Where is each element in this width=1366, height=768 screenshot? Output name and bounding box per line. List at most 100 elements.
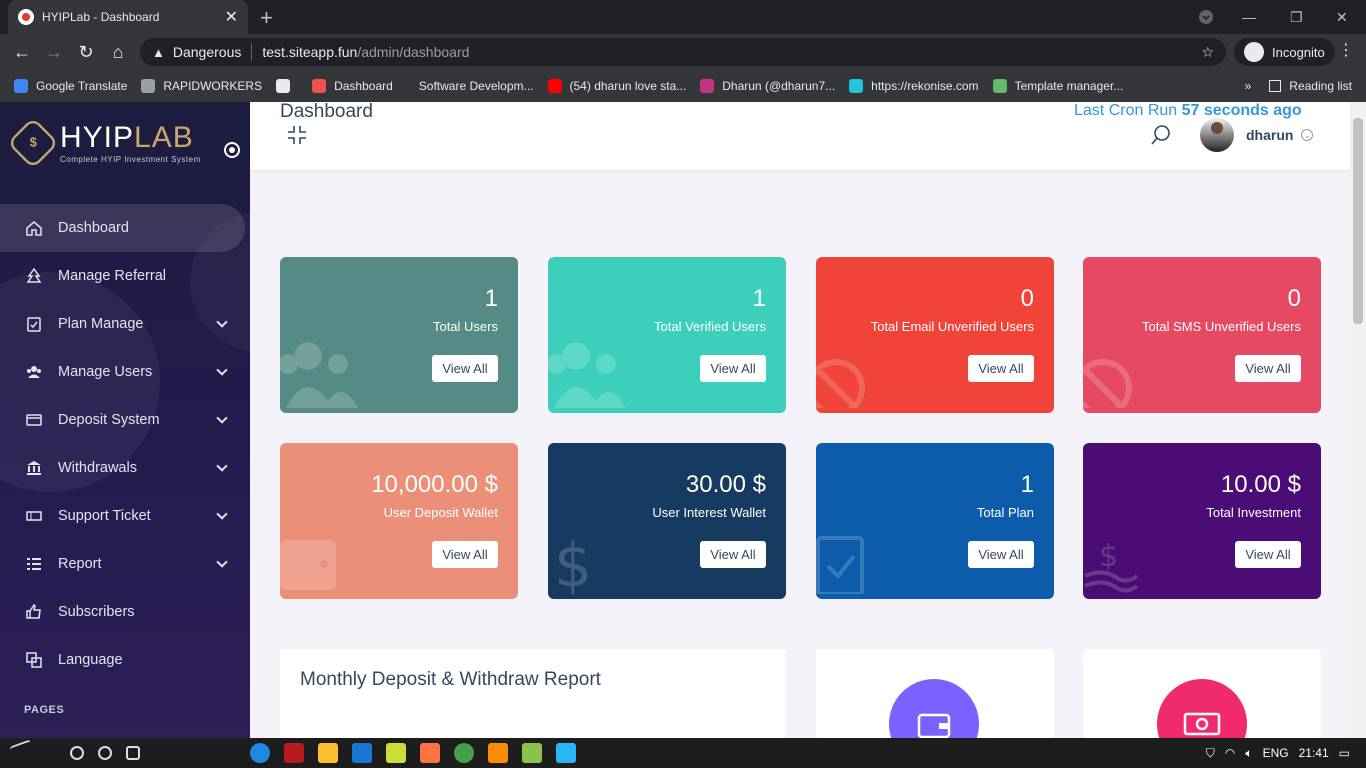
scrollbar-thumb[interactable] bbox=[1353, 118, 1363, 324]
sidebar-item-label: Support Ticket bbox=[58, 508, 151, 524]
minimize-icon[interactable]: — bbox=[1242, 0, 1256, 34]
restore-icon[interactable]: ❐ bbox=[1290, 0, 1303, 34]
user-menu[interactable]: dharun ⌄ bbox=[1200, 118, 1314, 152]
tab-search-icon[interactable] bbox=[1198, 0, 1214, 34]
bookmark-item[interactable]: Dashboard bbox=[312, 79, 393, 93]
view-all-button[interactable]: View All bbox=[700, 355, 766, 382]
reading-list[interactable]: Reading list bbox=[1269, 79, 1352, 93]
back-icon[interactable]: ← bbox=[6, 42, 38, 63]
page-scrollbar[interactable] bbox=[1350, 102, 1366, 738]
chevron-down-icon bbox=[216, 364, 228, 376]
sidebar-item-support-ticket[interactable]: Support Ticket bbox=[0, 492, 250, 540]
sidebar-item-label: Subscribers bbox=[58, 604, 135, 620]
bookmark-star-icon[interactable]: ☆ bbox=[1201, 44, 1214, 61]
sidebar-item-deposit-system[interactable]: Deposit System bbox=[0, 396, 250, 444]
xampp-icon[interactable] bbox=[488, 743, 508, 763]
clock[interactable]: 21:41 bbox=[1299, 746, 1329, 760]
sidebar-item-label: Deposit System bbox=[58, 412, 160, 428]
stat-label: Total Email Unverified Users bbox=[870, 319, 1034, 334]
sidebar-item-manage-referral[interactable]: Manage Referral bbox=[0, 252, 250, 300]
search-icon[interactable] bbox=[1150, 124, 1172, 151]
security-label: Dangerous bbox=[172, 44, 242, 60]
browser-tab[interactable]: HYIPLab - Dashboard ✕ bbox=[8, 0, 248, 34]
chevron-down-icon bbox=[216, 412, 228, 424]
panel-title: Monthly Deposit & Withdraw Report bbox=[300, 669, 601, 690]
bookmark-item[interactable]: RAPIDWORKERS bbox=[141, 79, 262, 93]
hexagon-icon bbox=[276, 79, 291, 93]
orange-app-icon[interactable] bbox=[420, 743, 440, 763]
sidebar-item-manage-users[interactable]: Manage Users bbox=[0, 348, 250, 396]
view-all-button[interactable]: View All bbox=[432, 355, 498, 382]
bookmark-label: RAPIDWORKERS bbox=[163, 79, 263, 93]
reload-icon[interactable]: ↻ bbox=[70, 42, 102, 63]
sidebar-item-dashboard[interactable]: Dashboard bbox=[0, 204, 245, 252]
sidebar-item-subscribers[interactable]: Subscribers bbox=[0, 588, 250, 636]
cron-label: Last Cron Run bbox=[1074, 102, 1178, 119]
bookmark-item[interactable]: Google Translate bbox=[14, 79, 127, 93]
more-bookmarks-icon[interactable]: » bbox=[1245, 79, 1252, 93]
bookmark-label: https://rekonise.com bbox=[871, 79, 979, 93]
bookmark-item[interactable]: Dharun (@dharun7... bbox=[700, 79, 835, 93]
home-page-icon[interactable]: ⌂ bbox=[102, 42, 134, 63]
sidebar-item-plan-manage[interactable]: Plan Manage bbox=[0, 300, 250, 348]
view-all-button[interactable]: View All bbox=[1235, 541, 1301, 568]
sidebar: $ HYIPLAB Complete HYIP Investment Syste… bbox=[0, 102, 250, 738]
sidebar-item-report[interactable]: Report bbox=[0, 540, 250, 588]
chevron-down-icon bbox=[216, 316, 228, 328]
view-all-button[interactable]: View All bbox=[700, 541, 766, 568]
volume-icon[interactable]: 🔈︎ bbox=[1245, 746, 1252, 761]
bookmark-item[interactable]: Template manager... bbox=[992, 79, 1123, 93]
bookmark-item[interactable]: (54) dharun love sta... bbox=[547, 79, 686, 93]
bookmark-label: Dharun (@dharun7... bbox=[722, 79, 836, 93]
edge-icon[interactable] bbox=[250, 743, 270, 763]
dashboard-favicon-icon bbox=[312, 79, 327, 93]
stat-card-interest-wallet: $ 30.00 $ User Interest Wallet View All bbox=[548, 443, 786, 599]
close-tab-icon[interactable]: ✕ bbox=[225, 7, 238, 27]
app-icon[interactable] bbox=[284, 743, 304, 763]
view-all-button[interactable]: View All bbox=[968, 541, 1034, 568]
chrome-icon[interactable] bbox=[454, 743, 474, 763]
store-icon[interactable] bbox=[318, 743, 338, 763]
sidebar-item-withdrawals[interactable]: Withdrawals bbox=[0, 444, 250, 492]
stat-value: 1 bbox=[484, 285, 498, 312]
bookmark-item[interactable] bbox=[276, 79, 298, 93]
notepad-icon[interactable] bbox=[386, 743, 406, 763]
forward-icon[interactable]: → bbox=[38, 42, 70, 63]
cortana-icon[interactable] bbox=[98, 746, 112, 760]
credit-card-icon bbox=[24, 410, 44, 430]
bookmarks-bar: Google Translate RAPIDWORKERS Dashboard … bbox=[0, 70, 1366, 102]
view-all-button[interactable]: View All bbox=[968, 355, 1034, 382]
brand-accent: LAB bbox=[134, 120, 194, 154]
brand-tagline: Complete HYIP Investment System bbox=[60, 154, 201, 164]
search-icon[interactable] bbox=[70, 746, 84, 760]
incognito-badge[interactable]: Incognito bbox=[1234, 38, 1335, 66]
sidebar-item-language[interactable]: Language bbox=[0, 636, 250, 684]
close-window-icon[interactable]: ✕ bbox=[1336, 0, 1348, 34]
shield-icon[interactable]: ⛉ bbox=[1206, 746, 1215, 761]
brand-logo[interactable]: $ HYIPLAB Complete HYIP Investment Syste… bbox=[6, 116, 201, 170]
wifi-icon[interactable]: ◠ bbox=[1225, 746, 1235, 760]
bookmark-item[interactable]: https://rekonise.com bbox=[849, 79, 979, 93]
admin-app: $ HYIPLAB Complete HYIP Investment Syste… bbox=[0, 102, 1366, 738]
notifications-icon[interactable]: ▭ bbox=[1339, 746, 1350, 760]
browser-menu-icon[interactable]: ⋮ bbox=[1338, 40, 1354, 60]
new-tab-icon[interactable]: + bbox=[260, 5, 273, 31]
task-view-icon[interactable] bbox=[126, 746, 140, 760]
mail-icon[interactable] bbox=[352, 743, 372, 763]
stat-value: 1 bbox=[1020, 471, 1034, 498]
ban-bg-icon bbox=[1083, 348, 1143, 413]
bookmark-item[interactable]: Software Developm... bbox=[407, 79, 534, 93]
sidebar-toggle-icon[interactable] bbox=[224, 142, 240, 158]
start-icon[interactable] bbox=[10, 739, 30, 767]
stat-label: Total Investment bbox=[1206, 505, 1301, 520]
dollar-bg-icon: $ bbox=[552, 530, 592, 599]
network-app-icon[interactable] bbox=[556, 743, 576, 763]
collapse-screen-icon[interactable] bbox=[286, 124, 308, 151]
view-all-button[interactable]: View All bbox=[432, 541, 498, 568]
monthly-report-panel: Monthly Deposit & Withdraw Report bbox=[280, 649, 786, 738]
view-all-button[interactable]: View All bbox=[1235, 355, 1301, 382]
address-bar[interactable]: ▲ Dangerous test.siteapp.fun/admin/dashb… bbox=[140, 38, 1226, 66]
bookmark-label: Dashboard bbox=[334, 79, 393, 93]
android-icon[interactable] bbox=[522, 743, 542, 763]
language-indicator[interactable]: ENG bbox=[1263, 746, 1289, 760]
